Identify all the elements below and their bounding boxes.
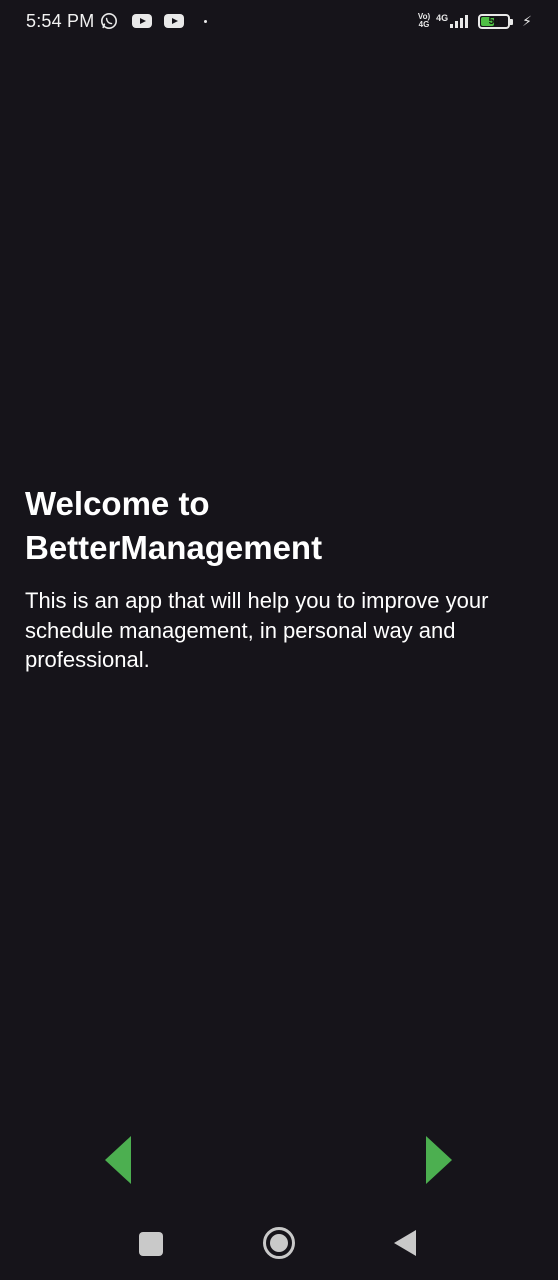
volte-indicator: Vo) 4G: [418, 13, 430, 29]
welcome-title: Welcome to BetterManagement: [25, 485, 323, 566]
welcome-description: This is an app that will help you to imp…: [25, 588, 489, 672]
dot-icon: [204, 19, 208, 23]
triangle-back-icon: [394, 1230, 416, 1256]
network-type-label: 4G: [436, 13, 449, 23]
whatsapp-icon: [100, 12, 118, 30]
welcome-content: Welcome to BetterManagement This is an a…: [25, 482, 533, 675]
back-button[interactable]: [394, 1230, 416, 1261]
recent-apps-button[interactable]: [139, 1232, 163, 1256]
battery-level: 50: [488, 15, 500, 27]
triangle-right-icon: [426, 1136, 452, 1184]
youtube-icon: [164, 14, 185, 28]
bolt-icon: ⚡: [522, 12, 532, 29]
signal-icon: [450, 15, 469, 28]
battery-icon: 50: [478, 13, 514, 29]
home-button[interactable]: [263, 1227, 295, 1259]
triangle-left-icon: [105, 1136, 131, 1184]
previous-button[interactable]: [105, 1136, 131, 1184]
status-left: 5:54 PM: [26, 10, 208, 32]
network-type-indicator: 4G: [436, 14, 472, 28]
status-bar: 5:54 PM Vo) 4G 4G 50 ⚡: [0, 0, 558, 42]
circle-icon: [270, 1234, 288, 1252]
volte-network-label: 4G: [418, 20, 430, 29]
status-right: Vo) 4G 4G 50 ⚡: [418, 13, 532, 30]
next-button[interactable]: [426, 1136, 452, 1184]
youtube-icon: [132, 14, 153, 28]
screen: 5:54 PM Vo) 4G 4G 50 ⚡ Welcome to Better…: [0, 0, 558, 1280]
status-time: 5:54 PM: [26, 10, 95, 31]
